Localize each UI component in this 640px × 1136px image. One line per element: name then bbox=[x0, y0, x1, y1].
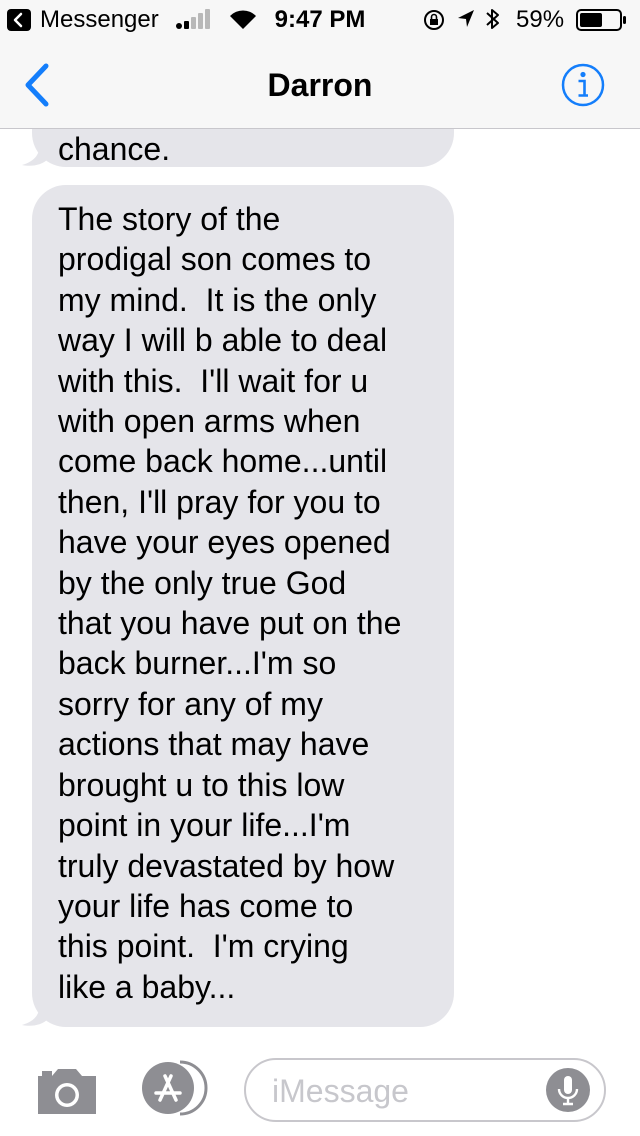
app-store-icon[interactable] bbox=[138, 1060, 214, 1116]
contact-name[interactable]: Darron bbox=[0, 66, 640, 104]
microphone-icon[interactable] bbox=[546, 1068, 590, 1112]
battery-percent: 59% bbox=[516, 6, 565, 33]
message-bubble-received[interactable]: chance. bbox=[32, 129, 454, 167]
conversation-header: Darron bbox=[0, 40, 640, 129]
message-input[interactable]: iMessage bbox=[244, 1058, 606, 1122]
message-list[interactable]: chance. The story of the prodigal son co… bbox=[0, 129, 640, 1035]
info-icon[interactable] bbox=[560, 62, 606, 108]
message-text: The story of the prodigal son comes to m… bbox=[58, 201, 402, 1005]
bubble-tail bbox=[22, 143, 48, 166]
bluetooth-icon bbox=[486, 9, 499, 29]
location-icon bbox=[458, 10, 474, 27]
battery-icon bbox=[576, 9, 626, 31]
message-text: chance. bbox=[58, 130, 171, 167]
message-bubble-received[interactable]: The story of the prodigal son comes to m… bbox=[32, 185, 454, 1027]
status-bar: Messenger 9:47 PM 59% bbox=[0, 0, 640, 40]
bubble-tail bbox=[22, 1003, 48, 1026]
rotation-lock-icon bbox=[424, 10, 444, 30]
message-input-placeholder: iMessage bbox=[272, 1073, 409, 1109]
camera-icon[interactable] bbox=[34, 1066, 100, 1116]
compose-bar: iMessage bbox=[0, 1036, 640, 1136]
